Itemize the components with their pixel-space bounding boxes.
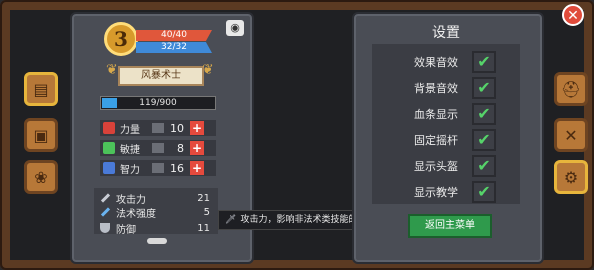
setting-label: 背景音效: [414, 82, 458, 95]
attribute-label: 力量: [120, 124, 140, 136]
gear-icon: ⚙: [563, 167, 579, 187]
decrease-intellect-button[interactable]: [152, 163, 164, 173]
show-tutorial-checkbox[interactable]: ✔: [472, 181, 496, 203]
level-badge: 3: [104, 22, 138, 56]
setting-row-effect-sound: 效果音效 ✔: [372, 50, 520, 74]
health-bar-checkbox[interactable]: ✔: [472, 103, 496, 125]
book-tab-button[interactable]: ▤: [24, 72, 58, 106]
stat-label: 防御: [116, 224, 136, 236]
book-icon: ▤: [33, 79, 49, 99]
attribute-label: 敏捷: [120, 144, 140, 156]
chest-tab-button[interactable]: ▣: [24, 118, 58, 152]
sword-icon: [100, 193, 111, 203]
attribute-value: 10: [170, 121, 184, 135]
setting-label: 血条显示: [414, 108, 458, 121]
tooltip-sword-icon: 🗡: [225, 215, 237, 225]
scroll-down-icon[interactable]: [147, 238, 167, 244]
setting-row-background-sound: 背景音效 ✔: [372, 76, 520, 100]
close-icon: ✕: [567, 8, 579, 24]
paw-tab-button[interactable]: ❀: [24, 160, 58, 194]
setting-label: 固定摇杆: [414, 134, 458, 147]
hp-bar: 40/40: [136, 30, 212, 41]
increase-intellect-button[interactable]: +: [190, 161, 204, 175]
stat-value: 11: [197, 222, 210, 234]
setting-label: 效果音效: [414, 56, 458, 69]
stat-value: 21: [197, 192, 210, 204]
chest-icon: ▣: [33, 125, 49, 145]
attribute-row-strength: 力量 10 +: [100, 120, 216, 136]
attribute-row-agility: 敏捷 8 +: [100, 140, 216, 156]
weapons-tab-button[interactable]: ✕: [554, 118, 588, 152]
increase-strength-button[interactable]: +: [190, 121, 204, 135]
screenshot-button[interactable]: ◉: [226, 20, 244, 36]
setting-label: 显示教学: [414, 186, 458, 199]
decrease-strength-button[interactable]: [152, 123, 164, 133]
wand-icon: [100, 207, 111, 217]
class-name: 风暴术士: [141, 70, 181, 81]
mp-bar: 32/32: [136, 42, 212, 53]
hp-text: 40/40: [161, 30, 187, 40]
setting-row-fixed-joystick: 固定摇杆 ✔: [372, 128, 520, 152]
mp-text: 32/32: [161, 42, 187, 52]
background-sound-checkbox[interactable]: ✔: [472, 77, 496, 99]
xp-bar: 119/900: [100, 96, 216, 110]
stat-label: 攻击力: [116, 194, 146, 206]
attribute-label: 智力: [120, 164, 140, 176]
crossed-swords-icon: ✕: [564, 125, 578, 145]
setting-label: 显示头盔: [414, 160, 458, 173]
stat-row-defense[interactable]: 防御 11: [100, 222, 210, 236]
helmet-tab-button[interactable]: ⛑: [554, 72, 588, 106]
setting-row-health-bar: 血条显示 ✔: [372, 102, 520, 126]
xp-text: 119/900: [139, 98, 177, 108]
helmet-icon: ⛑: [560, 79, 582, 99]
decrease-agility-button[interactable]: [152, 143, 164, 153]
stat-value: 5: [203, 206, 210, 218]
feather-icon: [103, 142, 115, 154]
attribute-value: 8: [177, 141, 184, 155]
fist-icon: [103, 122, 115, 134]
stat-row-spell-power[interactable]: 法术强度 5: [100, 206, 210, 220]
attribute-value: 16: [170, 161, 184, 175]
laurel-right-icon: ❦: [202, 62, 214, 78]
fixed-joystick-checkbox[interactable]: ✔: [472, 129, 496, 151]
attribute-row-intellect: 智力 16 +: [100, 160, 216, 176]
settings-title: 设置: [432, 25, 460, 41]
close-button[interactable]: ✕: [562, 4, 584, 26]
show-helmet-checkbox[interactable]: ✔: [472, 155, 496, 177]
setting-row-show-helmet: 显示头盔 ✔: [372, 154, 520, 178]
increase-agility-button[interactable]: +: [190, 141, 204, 155]
camera-icon: ◉: [230, 21, 240, 34]
stat-label: 法术强度: [116, 208, 156, 220]
class-name-plate: 风暴术士: [118, 66, 204, 86]
effect-sound-checkbox[interactable]: ✔: [472, 51, 496, 73]
settings-tab-button[interactable]: ⚙: [554, 160, 588, 194]
back-to-main-menu-button[interactable]: 返回主菜单: [408, 214, 492, 238]
shield-icon: [100, 223, 110, 233]
level-value: 3: [114, 27, 128, 51]
stat-row-attack[interactable]: 攻击力 21: [100, 192, 210, 206]
book-icon: [103, 162, 115, 174]
setting-row-show-tutorial: 显示教学 ✔: [372, 180, 520, 204]
laurel-left-icon: ❦: [106, 62, 118, 78]
paw-icon: ❀: [34, 167, 48, 187]
